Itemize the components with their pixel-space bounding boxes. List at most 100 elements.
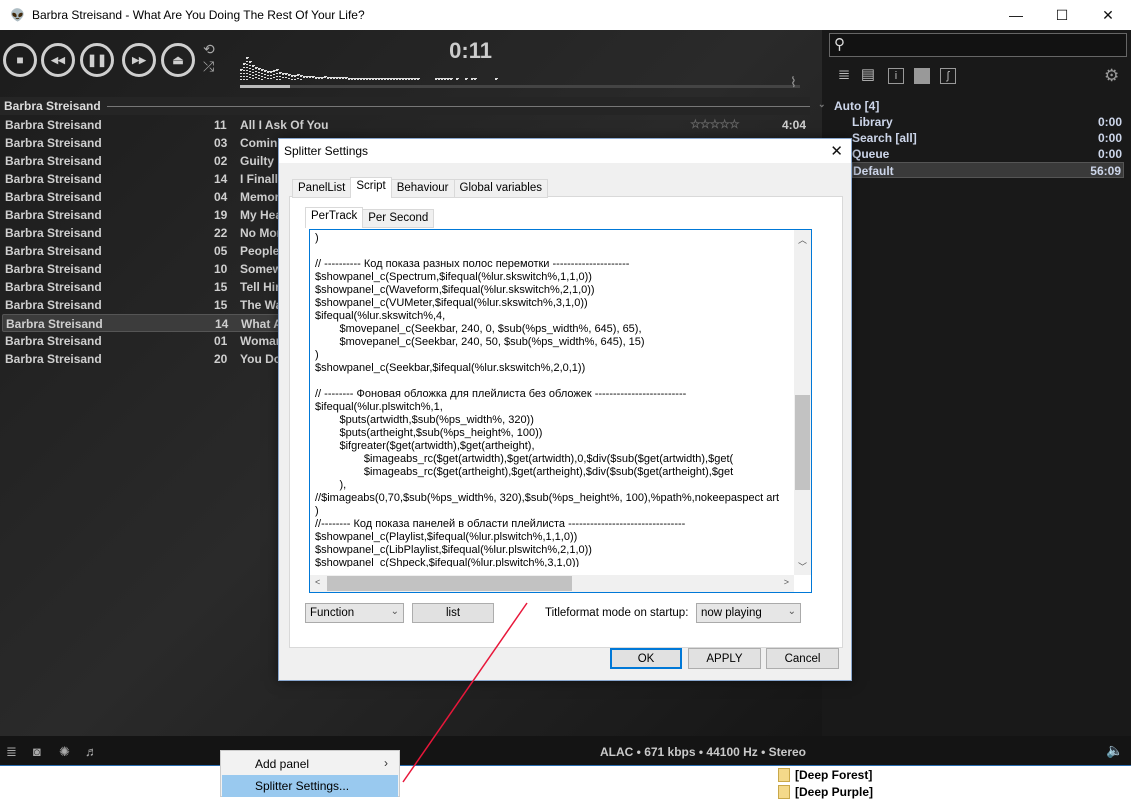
cancel-button[interactable]: Cancel bbox=[766, 648, 839, 669]
list-button[interactable]: list bbox=[412, 603, 494, 623]
scroll-right-icon[interactable]: > bbox=[784, 577, 789, 587]
pause-button[interactable]: ❚❚ bbox=[80, 43, 114, 77]
startup-mode-select[interactable]: now playing ⌄ bbox=[696, 603, 801, 623]
seekbar-fill bbox=[240, 85, 291, 88]
spectrum-bar bbox=[363, 78, 365, 80]
minimize-button[interactable]: — bbox=[993, 0, 1039, 30]
shuffle-icon[interactable]: ⤮ bbox=[203, 58, 214, 75]
spectrum-bar bbox=[309, 76, 311, 80]
row-title: Woman bbox=[240, 334, 284, 348]
spectrum-bar bbox=[375, 78, 377, 80]
music-note-icon[interactable]: ♬ bbox=[85, 744, 98, 759]
spectrum-bar bbox=[372, 78, 374, 80]
row-track-number: 15 bbox=[214, 298, 228, 312]
rating-stars[interactable]: ☆☆☆☆☆ bbox=[690, 117, 740, 131]
next-button[interactable]: ▶▶ bbox=[122, 43, 156, 77]
spectrum-bar bbox=[318, 77, 320, 80]
script-code[interactable]: ) // ---------- Код показа разных полос … bbox=[315, 232, 793, 567]
spectrum-bar bbox=[390, 78, 392, 80]
spectrum-bar bbox=[240, 69, 242, 80]
spectrum-bar bbox=[288, 74, 290, 80]
playlist-tree-item[interactable]: Search [all] 0:00 bbox=[852, 130, 1124, 146]
spectrum-bar bbox=[399, 78, 401, 80]
tab-per-second[interactable]: Per Second bbox=[362, 209, 435, 228]
spectrum-bar bbox=[282, 73, 284, 80]
stop-button[interactable]: ■ bbox=[3, 43, 37, 77]
spectrum-bar bbox=[255, 67, 257, 80]
row-artist: Barbra Streisand bbox=[5, 244, 102, 258]
maximize-button[interactable]: ☐ bbox=[1039, 0, 1085, 30]
row-artist: Barbra Streisand bbox=[5, 154, 102, 168]
waveform-icon[interactable]: ⌇ bbox=[790, 74, 797, 91]
spectrum-bar bbox=[414, 78, 416, 80]
visualizer-icon[interactable]: ✺ bbox=[59, 744, 70, 760]
script-editor[interactable]: ) // ---------- Код показа разных полос … bbox=[309, 229, 812, 593]
repeat-icon[interactable]: ⟲ bbox=[203, 41, 215, 58]
folder-item[interactable]: [Deep Purple] bbox=[778, 783, 873, 800]
chevron-down-icon: ⌄ bbox=[390, 606, 399, 617]
apply-button[interactable]: APPLY bbox=[688, 648, 761, 669]
folder-label: [Deep Forest] bbox=[795, 767, 873, 782]
columns-view-icon[interactable]: ▤ bbox=[860, 67, 876, 84]
menu-item-label: Add panel bbox=[255, 757, 310, 771]
tab-pertrack[interactable]: PerTrack bbox=[305, 207, 364, 228]
tab-panellist[interactable]: PanelList bbox=[292, 179, 352, 198]
splitter-settings-dialog: Splitter Settings ✕ PanelList Script Beh… bbox=[278, 138, 852, 681]
spectrum-bar bbox=[405, 78, 407, 80]
playlist-group-header: Barbra Streisand bbox=[0, 97, 810, 115]
row-artist: Barbra Streisand bbox=[5, 118, 102, 132]
spectrum-bar bbox=[435, 78, 437, 80]
function-select[interactable]: Function ⌄ bbox=[305, 603, 404, 623]
spectrum-bar bbox=[444, 78, 446, 80]
row-track-number: 11 bbox=[214, 118, 227, 132]
spectrum-bar bbox=[369, 78, 371, 80]
search-input[interactable]: ⚲ bbox=[829, 33, 1127, 57]
tab-global-variables[interactable]: Global variables bbox=[453, 179, 548, 198]
lyrics-icon[interactable]: ʃ bbox=[940, 68, 956, 84]
spectrum-bar bbox=[321, 77, 323, 80]
close-button[interactable]: ✕ bbox=[1085, 0, 1131, 30]
playback-time: 0:11 bbox=[449, 38, 492, 63]
tab-script[interactable]: Script bbox=[350, 177, 392, 198]
scroll-up-icon[interactable]: ︿ bbox=[798, 233, 807, 246]
playlist-tree-item[interactable]: Queue 0:00 bbox=[852, 146, 1124, 162]
previous-button[interactable]: ◀◀ bbox=[41, 43, 75, 77]
playlist-tree-item[interactable]: Default 56:09 bbox=[852, 162, 1124, 178]
spectrum-bar bbox=[471, 78, 473, 80]
spectrum-bar bbox=[327, 77, 329, 80]
artist-icon[interactable] bbox=[914, 68, 930, 84]
tree-root-auto[interactable]: Auto [4] bbox=[834, 99, 879, 113]
row-artist: Barbra Streisand bbox=[5, 298, 102, 312]
playlist-icon[interactable]: ≣ bbox=[6, 744, 17, 760]
ok-button[interactable]: OK bbox=[610, 648, 682, 669]
scroll-down-icon[interactable]: ﹀ bbox=[798, 560, 807, 573]
horizontal-scrollbar[interactable]: < > bbox=[310, 575, 794, 592]
info-icon[interactable]: i bbox=[888, 68, 904, 84]
app-icon: 👽 bbox=[10, 8, 25, 22]
folder-item[interactable]: [Deep Forest] bbox=[778, 766, 873, 783]
tab-behaviour[interactable]: Behaviour bbox=[390, 179, 455, 198]
spectrum-bar bbox=[495, 78, 497, 80]
menu-item-splitter-settings[interactable]: Splitter Settings... bbox=[222, 775, 398, 797]
row-artist: Barbra Streisand bbox=[5, 190, 102, 204]
eject-button[interactable]: ⏏ bbox=[161, 43, 195, 77]
volume-icon[interactable]: 🔈 bbox=[1106, 742, 1123, 759]
dialog-close-icon[interactable]: ✕ bbox=[830, 142, 843, 160]
scroll-left-icon[interactable]: < bbox=[315, 577, 320, 587]
vertical-scrollbar[interactable]: ︿ ﹀ bbox=[794, 230, 811, 575]
playlist-row[interactable]: Barbra Streisand 11 All I Ask Of You ☆☆☆☆☆ 4… bbox=[2, 116, 810, 134]
row-track-number: 15 bbox=[214, 280, 228, 294]
playlist-tree-item[interactable]: Library 0:00 bbox=[852, 114, 1124, 130]
list-view-icon[interactable]: ≣ bbox=[836, 67, 852, 84]
cd-icon[interactable]: ◙ bbox=[33, 744, 41, 759]
row-title: I Finall bbox=[240, 172, 279, 186]
spectrum-bar bbox=[411, 78, 413, 80]
row-title: People bbox=[240, 244, 280, 258]
spectrum-bar bbox=[261, 69, 263, 80]
gear-icon[interactable]: ⚙ bbox=[1104, 66, 1119, 86]
chevron-down-icon[interactable]: ⌄ bbox=[818, 99, 826, 110]
menu-item-add-panel[interactable]: Add panel › bbox=[222, 753, 398, 775]
row-title: All I Ask Of You bbox=[240, 118, 329, 132]
row-title: My Hea bbox=[240, 208, 283, 222]
seekbar[interactable] bbox=[240, 85, 800, 88]
